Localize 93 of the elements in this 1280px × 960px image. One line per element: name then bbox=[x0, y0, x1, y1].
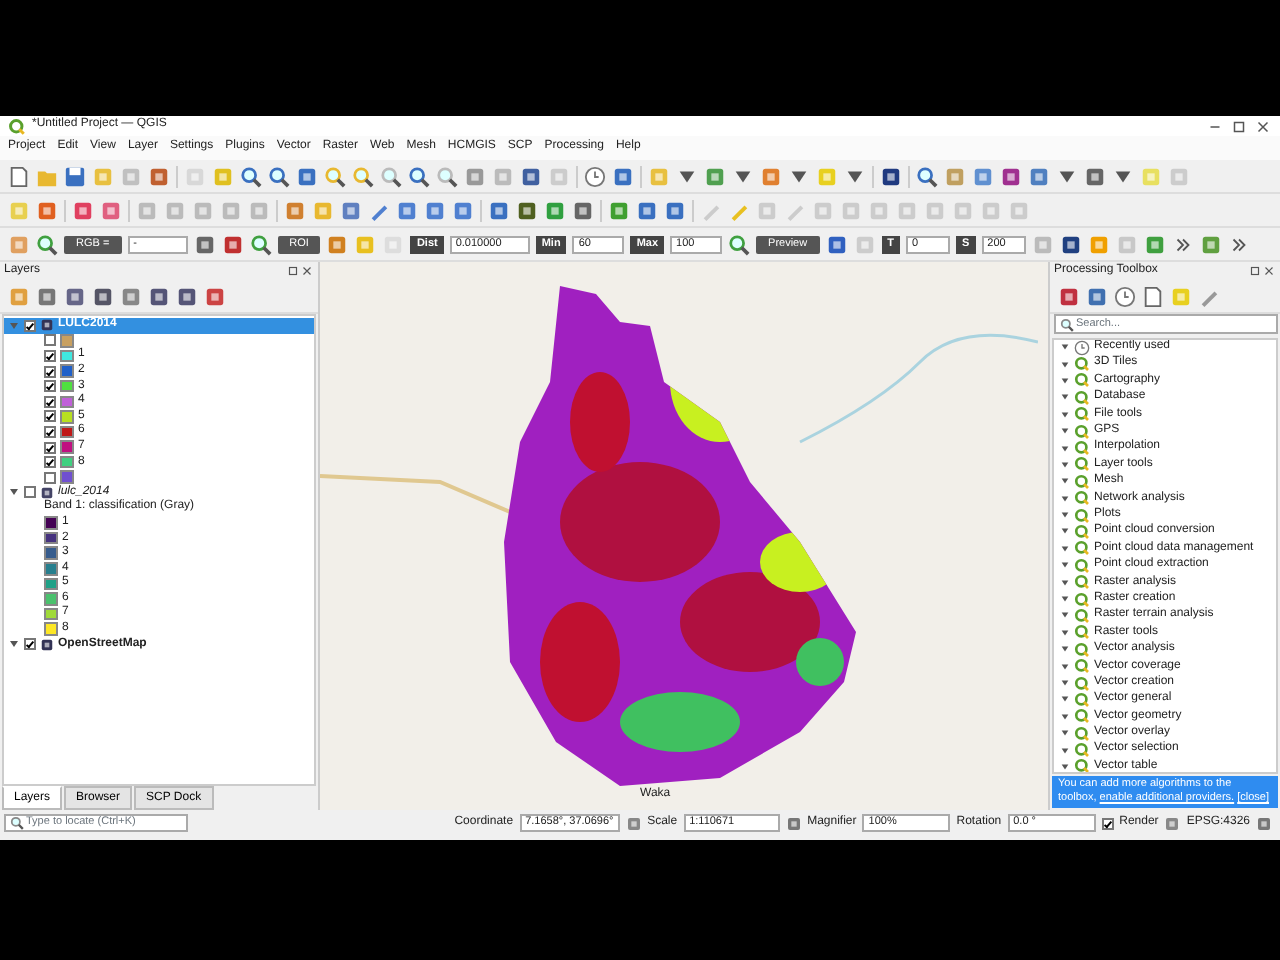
q-icon[interactable] bbox=[1074, 641, 1090, 658]
checkbox[interactable] bbox=[44, 425, 56, 438]
q-icon[interactable] bbox=[1074, 356, 1090, 373]
checkbox[interactable] bbox=[44, 349, 56, 362]
q-icon[interactable] bbox=[1074, 658, 1090, 675]
q-icon[interactable] bbox=[1074, 758, 1090, 772]
search-icon[interactable] bbox=[1059, 317, 1073, 331]
tool-icon[interactable] bbox=[1059, 233, 1082, 255]
tool-icon[interactable] bbox=[516, 199, 538, 221]
close-icon[interactable] bbox=[1262, 264, 1276, 278]
tool-icon[interactable] bbox=[1086, 285, 1108, 307]
tool-icon[interactable] bbox=[572, 199, 594, 221]
zoom-icon[interactable] bbox=[249, 233, 272, 255]
tool-icon[interactable] bbox=[193, 233, 216, 255]
q-icon[interactable] bbox=[1074, 440, 1090, 457]
q-icon[interactable] bbox=[1074, 607, 1090, 624]
zoom-icon[interactable] bbox=[324, 165, 346, 187]
q-icon[interactable] bbox=[1074, 490, 1090, 507]
zoom-icon[interactable] bbox=[728, 233, 751, 255]
q-icon[interactable] bbox=[1074, 675, 1090, 691]
zoom-icon[interactable] bbox=[352, 165, 374, 187]
tool-icon[interactable] bbox=[204, 285, 226, 307]
layer-icon[interactable] bbox=[40, 637, 54, 652]
tool-icon[interactable] bbox=[221, 233, 244, 255]
zoom-icon[interactable] bbox=[240, 165, 262, 187]
tool-icon[interactable] bbox=[296, 165, 318, 187]
checkbox[interactable] bbox=[44, 471, 56, 484]
checkbox[interactable] bbox=[1101, 817, 1114, 829]
more-icon[interactable] bbox=[1227, 233, 1250, 255]
tool-icon[interactable] bbox=[1058, 285, 1080, 307]
clock-icon[interactable] bbox=[584, 165, 606, 187]
zoom-icon[interactable] bbox=[36, 233, 58, 255]
layer-icon[interactable] bbox=[40, 485, 54, 500]
q-icon[interactable] bbox=[1074, 540, 1090, 557]
expand-icon[interactable] bbox=[8, 486, 20, 499]
q-icon[interactable] bbox=[1074, 557, 1090, 574]
save-icon[interactable] bbox=[64, 165, 86, 187]
more-icon[interactable] bbox=[1171, 233, 1194, 255]
checkbox[interactable] bbox=[24, 319, 36, 332]
checkbox[interactable] bbox=[44, 380, 56, 393]
q-icon[interactable] bbox=[1074, 725, 1090, 742]
app-logo-icon[interactable] bbox=[8, 117, 26, 135]
tool-icon[interactable] bbox=[488, 199, 510, 221]
tool-icon[interactable] bbox=[64, 285, 86, 307]
expand-icon[interactable] bbox=[8, 638, 20, 651]
q-icon[interactable] bbox=[1074, 742, 1090, 759]
q-icon[interactable] bbox=[1074, 423, 1090, 440]
q-icon[interactable] bbox=[1074, 372, 1090, 389]
tool-icon[interactable] bbox=[880, 165, 902, 187]
float-icon[interactable] bbox=[1248, 264, 1262, 278]
q-icon[interactable] bbox=[1074, 624, 1090, 641]
q-icon[interactable] bbox=[1074, 591, 1090, 608]
checkbox[interactable] bbox=[44, 441, 56, 454]
tool-icon[interactable] bbox=[825, 233, 848, 255]
checkbox[interactable] bbox=[44, 410, 56, 423]
q-icon[interactable] bbox=[1074, 389, 1090, 406]
zoom-icon[interactable] bbox=[408, 165, 430, 187]
checkbox[interactable] bbox=[44, 456, 56, 469]
tool-icon[interactable] bbox=[36, 285, 58, 307]
history-icon[interactable] bbox=[1114, 285, 1136, 307]
zoom-icon[interactable] bbox=[268, 165, 290, 187]
q-icon[interactable] bbox=[1074, 456, 1090, 473]
tool-icon[interactable] bbox=[520, 165, 542, 187]
checkbox[interactable] bbox=[44, 334, 56, 347]
q-icon[interactable] bbox=[1074, 523, 1090, 540]
q-icon[interactable] bbox=[1074, 406, 1090, 423]
tool-icon[interactable] bbox=[664, 199, 686, 221]
tool-icon[interactable] bbox=[1000, 165, 1022, 187]
close-icon[interactable] bbox=[1254, 117, 1272, 135]
document-icon[interactable] bbox=[1142, 285, 1164, 307]
q-icon[interactable] bbox=[1074, 507, 1090, 524]
float-icon[interactable] bbox=[286, 264, 300, 278]
zoom-icon[interactable] bbox=[436, 165, 458, 187]
search-icon[interactable] bbox=[9, 816, 23, 830]
tool-icon[interactable] bbox=[148, 285, 170, 307]
new-file-icon[interactable] bbox=[8, 165, 30, 187]
maximize-icon[interactable] bbox=[1230, 117, 1248, 135]
clock-icon[interactable] bbox=[1074, 339, 1090, 356]
q-icon[interactable] bbox=[1074, 708, 1090, 725]
tool-icon[interactable] bbox=[176, 285, 198, 307]
tool-icon[interactable] bbox=[92, 285, 114, 307]
checkbox[interactable] bbox=[44, 395, 56, 408]
close-icon[interactable] bbox=[300, 264, 314, 278]
checkbox[interactable] bbox=[24, 486, 36, 499]
checkbox[interactable] bbox=[24, 638, 36, 651]
q-icon[interactable] bbox=[1074, 574, 1090, 591]
tool-icon[interactable] bbox=[1084, 165, 1106, 187]
tool-icon[interactable] bbox=[636, 199, 658, 221]
q-icon[interactable] bbox=[1074, 473, 1090, 490]
q-icon[interactable] bbox=[1074, 691, 1090, 708]
checkbox[interactable] bbox=[44, 365, 56, 378]
zoom-icon[interactable] bbox=[380, 165, 402, 187]
layer-icon[interactable] bbox=[40, 318, 54, 333]
